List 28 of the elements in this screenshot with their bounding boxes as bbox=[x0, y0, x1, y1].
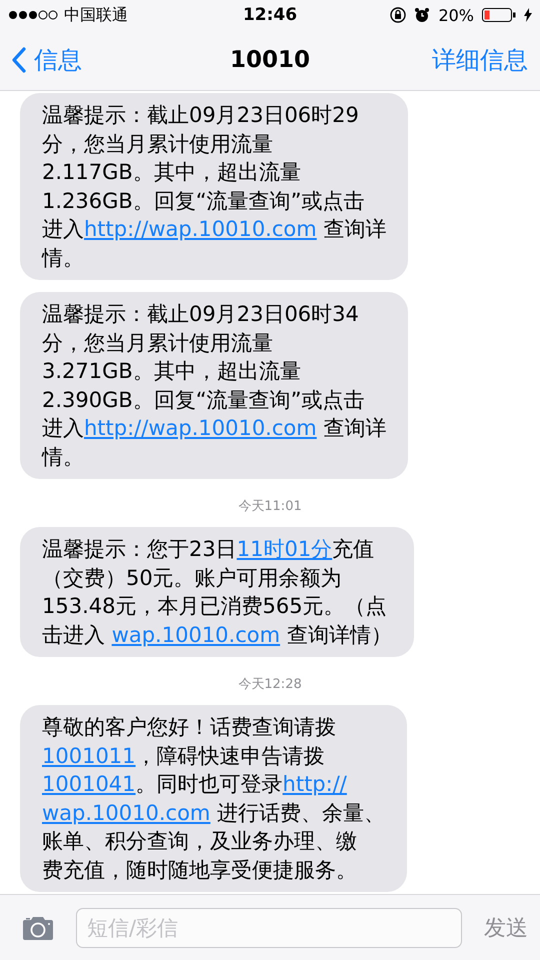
carrier-name: 中国联通 bbox=[64, 4, 128, 26]
charging-bolt-icon bbox=[524, 8, 532, 22]
clock-time: 12:46 bbox=[242, 5, 298, 25]
conversation-title: 10010 bbox=[230, 47, 310, 73]
signal-icon bbox=[8, 9, 58, 21]
message-text: 温馨提示：截止09月23日06时29 分，您当月累计使用流量 2.117GB。其中，超出流量 1.236GB。回复“流量查询”或点击 进入http://wap.10010.com 查询详 情。 bbox=[42, 102, 386, 272]
battery-icon bbox=[482, 8, 516, 22]
timestamp: 今天11:01 bbox=[238, 498, 302, 515]
link[interactable]: http://wap.10010.com bbox=[84, 217, 317, 241]
link[interactable]: http://wap.10010.com bbox=[84, 416, 317, 440]
message-text: 尊敬的客户您好！话费查询请拨 1001011，障碍快速申告请拨 1001041。同时也可登录http:// wap.10010.com 进行话费、余量、 账单、积分查询，及业务办理、缴 费充值，随时随地享受便捷服务。 bbox=[42, 714, 386, 884]
timestamp: 今天12:28 bbox=[238, 676, 302, 693]
back-chevron-icon bbox=[12, 47, 26, 73]
link[interactable]: 1001041 bbox=[42, 772, 136, 796]
message-input-field[interactable]: 短信/彩信 bbox=[76, 908, 462, 948]
link[interactable]: wap.10010.com bbox=[112, 622, 280, 646]
link[interactable]: http:// bbox=[282, 772, 347, 796]
back-button[interactable]: 信息 bbox=[12, 44, 82, 76]
camera-icon[interactable] bbox=[22, 914, 54, 940]
link[interactable]: 1001011 bbox=[42, 744, 136, 768]
message-text: 温馨提示：您于23日 11时01分充值 （交费）50元。账户可用余额为 153.48元，本月已消费565元。（点 击进入 wap.10010.com 查询详情） bbox=[42, 536, 392, 648]
battery-percent: 20% bbox=[438, 6, 474, 24]
link[interactable]: 11时01分 bbox=[236, 537, 332, 561]
alarm-clock-icon bbox=[414, 7, 430, 23]
details-button[interactable]: 详细信息 bbox=[432, 44, 528, 76]
link[interactable]: wap.10010.com bbox=[42, 800, 210, 824]
rotation-lock-icon bbox=[390, 7, 406, 23]
message-text: 温馨提示：截止09月23日06时34 分，您当月累计使用流量 3.271GB。其中，超出流量 2.390GB。回复“流量查询”或点击 进入http://wap.10010.com 查询详 情。 bbox=[42, 301, 386, 470]
